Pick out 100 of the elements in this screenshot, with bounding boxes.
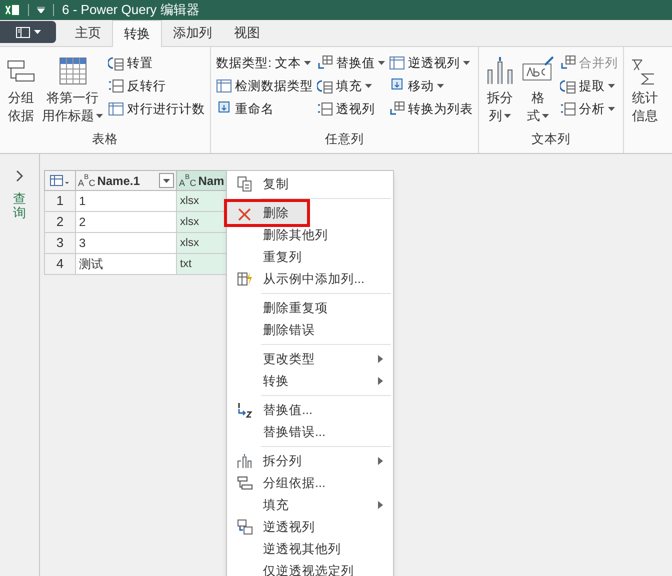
table-icon bbox=[50, 174, 70, 186]
table-icon bbox=[108, 101, 124, 117]
stacked-boxes-icon bbox=[237, 475, 253, 491]
ribbon-button[interactable]: 替换值 bbox=[317, 53, 385, 73]
table-arrow-icon bbox=[237, 519, 253, 535]
table-cell: 3 bbox=[76, 232, 176, 254]
menu-item[interactable]: 转换 bbox=[227, 370, 393, 392]
row-number: 2 bbox=[44, 212, 76, 232]
ribbon-button[interactable]: 分组 依据 bbox=[5, 53, 37, 125]
table-cell: xlsx bbox=[176, 190, 227, 212]
grid-arrow-icon bbox=[389, 101, 405, 117]
copy-icon bbox=[237, 176, 253, 192]
grid-arrow-icon bbox=[317, 55, 333, 71]
menu-item[interactable]: 拆分列 bbox=[227, 450, 393, 472]
table-cell: xlsx bbox=[176, 212, 227, 232]
caret-icon bbox=[608, 107, 615, 111]
menu-item[interactable]: 逆透视其他列 bbox=[227, 538, 393, 560]
list-icon bbox=[317, 101, 333, 117]
document-icon bbox=[16, 26, 30, 38]
row-number: 1 bbox=[44, 190, 76, 212]
menu-item[interactable]: 删除 bbox=[227, 202, 307, 224]
menu-item[interactable]: 删除错误 bbox=[227, 319, 393, 341]
ribbon-button[interactable]: 重命名 bbox=[216, 99, 313, 119]
group-label: 表格 bbox=[92, 131, 118, 148]
ribbon-button[interactable]: 对行进行计数 bbox=[108, 99, 205, 119]
queries-label: 查询 bbox=[13, 192, 26, 221]
table-arrow-icon bbox=[560, 78, 576, 94]
caret-icon bbox=[542, 114, 549, 118]
caret-icon bbox=[608, 84, 615, 88]
columns-icon bbox=[485, 56, 515, 86]
table-cell: 1 bbox=[76, 190, 176, 212]
table-cell: txt bbox=[176, 254, 227, 274]
caret-icon bbox=[378, 61, 385, 65]
menu-item[interactable]: 重复列 bbox=[227, 246, 393, 268]
table-arrow-icon bbox=[317, 78, 333, 94]
caret-icon bbox=[437, 84, 444, 88]
caret-icon bbox=[463, 61, 470, 65]
ribbon-button[interactable]: 逆透视列 bbox=[389, 53, 473, 73]
caret-icon bbox=[96, 114, 103, 118]
ribbon-button[interactable]: 检测数据类型 bbox=[216, 76, 313, 96]
caret-icon[interactable] bbox=[37, 7, 45, 13]
submenu-arrow-icon bbox=[378, 355, 383, 363]
caret-icon bbox=[504, 114, 511, 118]
ribbon-tab[interactable]: 视图 bbox=[223, 20, 271, 46]
ribbon-tab[interactable]: 添加列 bbox=[162, 20, 223, 46]
row-number: 3 bbox=[44, 232, 76, 254]
menu-item[interactable]: 填充 bbox=[227, 494, 393, 516]
ribbon-button[interactable]: 填充 bbox=[317, 76, 385, 96]
ribbon-button[interactable]: 分析 bbox=[560, 99, 618, 119]
table-lightning-icon bbox=[237, 271, 253, 287]
ribbon-tab[interactable]: 主页 bbox=[64, 20, 112, 46]
menu-item[interactable]: 从示例中添加列... bbox=[227, 268, 393, 290]
caret-icon bbox=[163, 178, 170, 182]
table-arrow-icon bbox=[108, 55, 124, 71]
file-menu-button[interactable] bbox=[0, 21, 56, 43]
list-icon bbox=[108, 78, 124, 94]
ribbon-button[interactable]: 转置 bbox=[108, 53, 205, 73]
ribbon-button[interactable]: 提取 bbox=[560, 76, 618, 96]
menu-item[interactable]: 分组依据... bbox=[227, 472, 393, 494]
table-icon bbox=[216, 78, 232, 94]
columns-icon bbox=[237, 453, 253, 469]
group-label: 任意列 bbox=[325, 131, 364, 148]
menu-item[interactable]: 逆透视列 bbox=[227, 516, 393, 538]
ribbon-button[interactable]: 格 式 bbox=[520, 53, 556, 125]
caret-icon bbox=[34, 30, 40, 34]
menu-item[interactable]: 替换值... bbox=[227, 399, 393, 421]
replace-values-icon bbox=[237, 402, 253, 418]
table-menu-button[interactable] bbox=[44, 170, 76, 190]
ribbon-button[interactable]: 拆分 列 bbox=[484, 53, 516, 125]
ribbon-button[interactable]: 反转行 bbox=[108, 76, 205, 96]
table-cell: 测试 bbox=[76, 254, 176, 274]
submenu-arrow-icon bbox=[378, 457, 383, 465]
column-name: Name.1 bbox=[97, 172, 140, 190]
ribbon-button[interactable]: 移动 bbox=[389, 76, 473, 96]
menu-item[interactable]: 更改类型 bbox=[227, 348, 393, 370]
table-icon bbox=[58, 56, 88, 86]
ribbon-button[interactable]: 统计 信息 bbox=[629, 53, 661, 125]
window-title: 6 - Power Query 编辑器 bbox=[62, 1, 200, 20]
grid-arrow-icon bbox=[560, 55, 576, 71]
submenu-arrow-icon bbox=[378, 377, 383, 385]
list-icon bbox=[560, 101, 576, 117]
table-cell: 2 bbox=[76, 212, 176, 232]
caret-icon bbox=[304, 61, 311, 65]
table-cell: xlsx bbox=[176, 232, 227, 254]
ribbon-button[interactable]: 透视列 bbox=[317, 99, 385, 119]
menu-item[interactable]: 删除其他列 bbox=[227, 224, 393, 246]
menu-item[interactable]: 复制 bbox=[227, 173, 393, 195]
ribbon-tab[interactable]: 转换 bbox=[112, 20, 162, 47]
group-label: 文本列 bbox=[532, 131, 570, 148]
ribbon-button[interactable]: 将第一行 用作标题 bbox=[41, 53, 104, 125]
filter-button[interactable] bbox=[159, 173, 174, 188]
menu-item[interactable]: 替换错误... bbox=[227, 421, 393, 443]
expand-icon[interactable] bbox=[16, 170, 24, 182]
row-number: 4 bbox=[44, 254, 76, 274]
ribbon-button[interactable]: 数据类型: 文本 bbox=[216, 53, 313, 73]
column-name: Nam bbox=[198, 172, 224, 190]
submenu-arrow-icon bbox=[378, 501, 383, 509]
ribbon-button[interactable]: 转换为列表 bbox=[389, 99, 473, 119]
menu-item[interactable]: 删除重复项 bbox=[227, 297, 393, 319]
table-icon bbox=[389, 55, 405, 71]
